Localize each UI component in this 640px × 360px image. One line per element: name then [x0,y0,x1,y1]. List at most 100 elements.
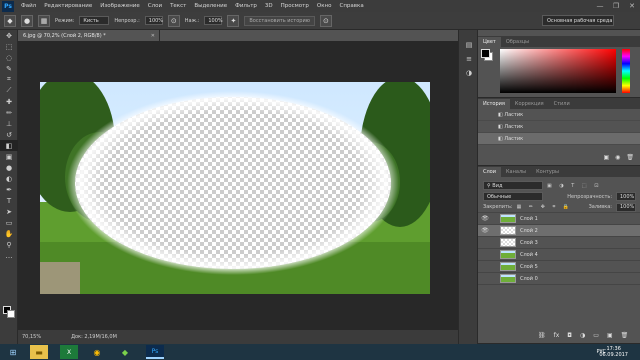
layer-row[interactable]: 👁 Слой 1 [478,213,640,225]
properties-dock-icon[interactable]: ≡ [459,52,479,66]
tab-styles[interactable]: Стили [549,99,575,109]
lock-icons[interactable]: ▦ ✏ ✥ ⌗ 🔒 [517,204,573,210]
menu-filter[interactable]: Фильтр [231,3,261,9]
new-document-icon[interactable]: ▣ [603,154,609,161]
adjustments-dock-icon[interactable]: ◑ [459,66,479,80]
layer-fill-field[interactable]: 100% [616,202,636,212]
group-icon[interactable]: ▭ [593,332,599,339]
brush-panel-icon[interactable]: ▦ [38,14,50,27]
type-tool-icon[interactable]: T [0,195,18,206]
hue-slider[interactable] [622,49,630,93]
excel-icon[interactable]: X [60,345,78,359]
more-tools-icon[interactable]: … [0,250,18,261]
delete-layer-icon[interactable]: 🗑 [621,332,629,339]
history-item[interactable]: ◧ Ластик [478,109,640,121]
tab-layers[interactable]: Слои [478,167,501,177]
visibility-eye-icon[interactable]: 👁 [478,227,492,234]
brush-size-icon[interactable]: ● [21,14,33,27]
path-select-tool-icon[interactable]: ➤ [0,206,18,217]
app-icon[interactable]: ◆ [116,345,134,359]
zoom-readout[interactable]: 70,15% [22,334,41,340]
menu-3d[interactable]: 3D [261,3,277,9]
snapshot-icon[interactable]: ◉ [615,154,620,161]
document-tab[interactable]: 6.jpg @ 70,2% (Слой 2, RGB/8) * ✕ [18,30,160,41]
fx-icon[interactable]: fx [554,332,560,339]
quick-select-tool-icon[interactable]: ✎ [0,63,18,74]
gradient-tool-icon[interactable]: ▣ [0,151,18,162]
pen-tool-icon[interactable]: ✒ [0,184,18,195]
crop-tool-icon[interactable]: ⌗ [0,74,18,85]
menu-window[interactable]: Окно [313,3,336,9]
layer-filter-select[interactable]: ⚲ Вид [483,181,543,190]
lasso-tool-icon[interactable]: ◌ [0,52,18,63]
dodge-tool-icon[interactable]: ◐ [0,173,18,184]
close-button[interactable]: ✕ [624,2,640,10]
marquee-tool-icon[interactable]: ⬚ [0,41,18,52]
healing-tool-icon[interactable]: ✚ [0,96,18,107]
maximize-button[interactable]: ❐ [608,2,624,10]
tab-swatches[interactable]: Образцы [501,37,534,47]
canvas-image[interactable] [40,82,430,294]
mode-select[interactable]: Кисть [79,16,110,25]
eraser-tool-icon[interactable]: ◧ [0,140,18,151]
start-button-icon[interactable]: ⊞ [4,345,22,359]
zoom-tool-icon[interactable]: ⚲ [0,239,18,250]
layer-row[interactable]: Слой 5 [478,261,640,273]
menu-file[interactable]: Файл [17,3,40,9]
menu-view[interactable]: Просмотр [277,3,313,9]
pressure-opacity-icon[interactable]: ⊙ [167,14,180,27]
tab-paths[interactable]: Контуры [531,167,564,177]
history-item[interactable]: ◧ Ластик [478,133,640,145]
layer-row[interactable]: Слой 0 [478,273,640,285]
photoshop-taskbar-icon[interactable]: Ps [146,345,164,359]
menu-edit[interactable]: Редактирование [40,3,96,9]
tab-channels[interactable]: Каналы [501,167,531,177]
menu-help[interactable]: Справка [335,3,367,9]
background-color-swatch[interactable] [7,310,15,318]
layer-opacity-field[interactable]: 100% [616,192,636,201]
fg-color-chip[interactable] [481,49,490,58]
airbrush-icon[interactable]: ✦ [227,14,240,27]
opacity-field[interactable]: 100% [144,16,163,25]
tab-history[interactable]: История [478,99,510,109]
new-layer-icon[interactable]: ▣ [607,332,613,339]
history-dock-icon[interactable]: ▤ [459,38,479,52]
visibility-eye-icon[interactable]: 👁 [478,215,492,222]
shape-tool-icon[interactable]: ▭ [0,217,18,228]
menu-image[interactable]: Изображение [96,3,144,9]
chrome-icon[interactable]: ◉ [88,345,106,359]
color-field[interactable] [500,49,616,93]
tab-color[interactable]: Цвет [478,37,501,47]
minimize-button[interactable]: — [592,2,608,10]
brush-tool-icon[interactable]: ✏ [0,107,18,118]
close-document-icon[interactable]: ✕ [151,33,155,39]
layer-row[interactable]: Слой 4 [478,249,640,261]
menu-layers[interactable]: Слои [144,3,166,9]
clock[interactable]: 17:36 06.09.2017 [599,346,628,358]
layer-row[interactable]: Слой 3 [478,237,640,249]
pressure-size-icon[interactable]: ⊙ [319,14,332,27]
mask-icon[interactable]: ◘ [567,332,572,339]
file-explorer-icon[interactable]: ▬ [30,345,48,359]
eyedropper-tool-icon[interactable]: ⟋ [0,85,18,96]
panel-dock: ▤ ≡ ◑ [458,30,478,344]
delete-icon[interactable]: 🗑 [626,154,634,161]
history-brush-tool-icon[interactable]: ↺ [0,129,18,140]
blend-mode-select[interactable]: Обычные [483,192,543,201]
restore-history-button[interactable]: Восстановить историю [244,15,315,26]
flow-field[interactable]: 100% [204,16,223,25]
tab-adjustments[interactable]: Коррекция [510,99,549,109]
filter-icons[interactable]: ▣ ◑ T ⬚ ⊡ [547,183,601,189]
menu-select[interactable]: Выделение [190,3,231,9]
blur-tool-icon[interactable]: ● [0,162,18,173]
eraser-preset-icon[interactable]: ◆ [4,14,16,27]
history-item[interactable]: ◧ Ластик [478,121,640,133]
hand-tool-icon[interactable]: ✋ [0,228,18,239]
adjustment-icon[interactable]: ◑ [580,332,585,339]
layer-row[interactable]: 👁 Слой 2 [478,225,640,237]
move-tool-icon[interactable]: ✥ [0,30,18,41]
stamp-tool-icon[interactable]: ⊥ [0,118,18,129]
link-icon[interactable]: ⛓ [538,332,546,339]
workspace-select[interactable]: Основная рабочая среда [542,15,614,26]
menu-text[interactable]: Текст [166,3,190,9]
